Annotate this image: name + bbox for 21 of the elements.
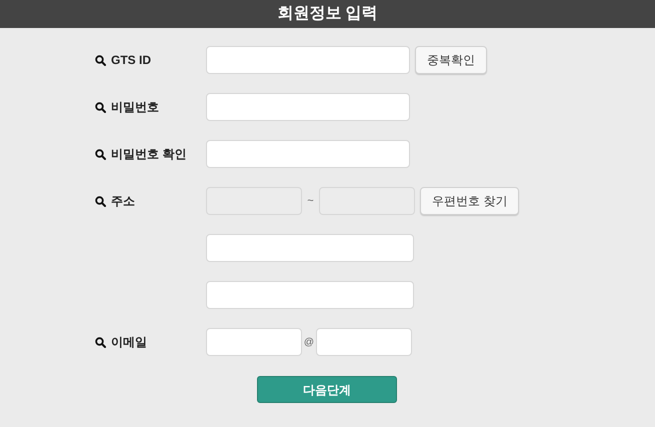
field-label: 이메일 — [111, 334, 147, 351]
field-label: 비밀번호 — [111, 99, 159, 116]
input-field[interactable] — [206, 328, 302, 356]
field-label: 주소 — [111, 193, 135, 210]
form-button[interactable]: 중복확인 — [415, 46, 487, 74]
search-icon — [95, 54, 106, 66]
field-label: GTS ID — [111, 52, 152, 69]
search-icon — [95, 336, 106, 348]
input-field[interactable] — [206, 140, 410, 168]
input-field[interactable] — [316, 328, 412, 356]
input-field[interactable] — [206, 281, 414, 309]
input-field[interactable] — [206, 46, 410, 74]
range-separator: ~ — [306, 194, 315, 209]
search-icon — [95, 196, 106, 206]
input-field[interactable] — [206, 234, 414, 262]
search-icon — [95, 148, 106, 160]
input-field[interactable] — [206, 93, 410, 121]
page-header: 회원정보 입력 — [0, 0, 655, 28]
at-sign: @ — [302, 336, 316, 350]
search-icon — [95, 102, 106, 112]
field-label: 비밀번호 확인 — [111, 146, 186, 163]
